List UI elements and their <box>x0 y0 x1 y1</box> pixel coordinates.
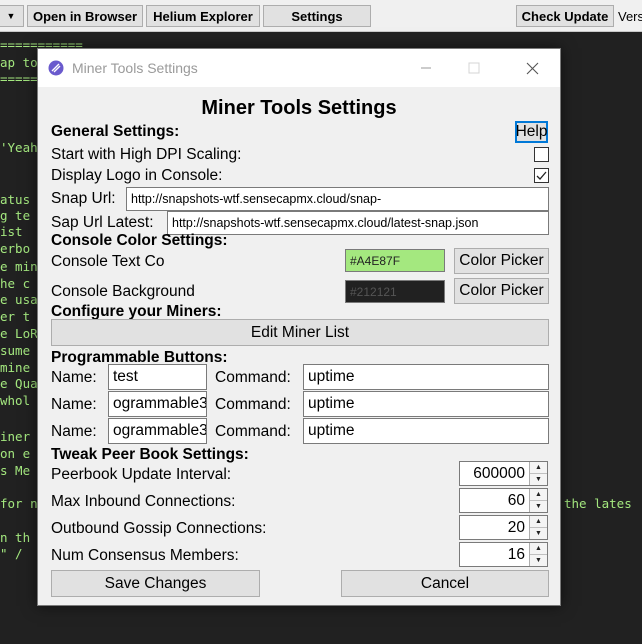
increment-arrow-icon[interactable]: ▲ <box>530 462 547 474</box>
name-label: Name: <box>51 369 97 386</box>
console-line: whol <box>0 393 31 408</box>
display-logo-checkbox[interactable] <box>534 168 549 183</box>
console-line: s Me <box>0 463 31 478</box>
spinner-buttons: ▲ ▼ <box>529 462 547 485</box>
checkmark-icon <box>536 171 547 180</box>
toolbar-dropdown-button[interactable]: ▼ <box>0 5 24 27</box>
window-title: Miner Tools Settings <box>72 60 198 76</box>
button-command-input[interactable]: uptime <box>303 391 549 417</box>
console-background-swatch[interactable]: #212121 <box>345 280 445 303</box>
spinner-value: 20 <box>507 518 525 536</box>
button-command-input[interactable]: uptime <box>303 418 549 444</box>
snap-url-label: Snap Url: <box>51 190 116 207</box>
console-color-heading: Console Color Settings: <box>51 232 228 249</box>
max-inbound-label: Max Inbound Connections: <box>51 493 236 510</box>
maximize-button[interactable] <box>451 55 497 81</box>
spinner-value: 600000 <box>473 464 525 482</box>
decrement-arrow-icon[interactable]: ▼ <box>530 501 547 512</box>
console-line: atus <box>0 192 31 207</box>
console-line: sume <box>0 343 31 358</box>
increment-arrow-icon[interactable]: ▲ <box>530 516 547 528</box>
chevron-down-icon: ▼ <box>6 11 16 21</box>
dialog-heading: Miner Tools Settings <box>201 97 397 119</box>
app-logo-icon <box>48 60 64 76</box>
console-line: e Qua <box>0 376 38 391</box>
open-in-browser-button[interactable]: Open in Browser <box>27 5 143 27</box>
console-line: 'Yeah <box>0 140 38 155</box>
spinner-buttons: ▲ ▼ <box>529 543 547 566</box>
spinner-buttons: ▲ ▼ <box>529 516 547 539</box>
minimize-button[interactable] <box>403 55 449 81</box>
display-logo-label: Display Logo in Console: <box>51 167 223 184</box>
edit-miner-list-button[interactable]: Edit Miner List <box>51 319 549 346</box>
console-line: iner <box>0 429 31 444</box>
decrement-arrow-icon[interactable]: ▼ <box>530 474 547 485</box>
console-line: on e <box>0 446 31 461</box>
name-label: Name: <box>51 396 97 413</box>
console-text-color-swatch[interactable]: #A4E87F <box>345 249 445 272</box>
console-line: he c <box>0 276 31 291</box>
button-command-input[interactable]: uptime <box>303 364 549 390</box>
spinner-value: 60 <box>507 491 525 509</box>
button-name-input[interactable]: ogrammable3 <box>108 418 207 444</box>
console-line: er t <box>0 309 31 324</box>
outbound-gossip-spinner[interactable]: 20 ▲ ▼ <box>459 515 548 540</box>
decrement-arrow-icon[interactable]: ▼ <box>530 555 547 566</box>
console-line: ist <box>0 224 23 239</box>
maximize-icon <box>468 62 480 74</box>
peer-book-heading: Tweak Peer Book Settings: <box>51 446 249 463</box>
console-line: n th <box>0 530 31 545</box>
console-line: mine <box>0 360 31 375</box>
snap-url-input[interactable]: http://snapshots-wtf.sensecapmx.cloud/sn… <box>126 187 549 211</box>
increment-arrow-icon[interactable]: ▲ <box>530 543 547 555</box>
console-line: e usa <box>0 292 38 307</box>
background-color-picker-button[interactable]: Color Picker <box>454 278 549 304</box>
spinner-buttons: ▲ ▼ <box>529 489 547 512</box>
title-bar: Miner Tools Settings <box>38 49 560 87</box>
sap-url-latest-label: Sap Url Latest: <box>51 214 154 231</box>
peerbook-interval-label: Peerbook Update Interval: <box>51 466 232 483</box>
button-name-input[interactable]: test <box>108 364 207 390</box>
console-line: " / <box>0 546 23 561</box>
help-button[interactable]: Help <box>515 121 548 143</box>
console-line: g te <box>0 208 31 223</box>
consensus-members-spinner[interactable]: 16 ▲ ▼ <box>459 542 548 567</box>
close-icon <box>526 62 538 74</box>
button-name-input[interactable]: ogrammable3 <box>108 391 207 417</box>
peerbook-interval-spinner[interactable]: 600000 ▲ ▼ <box>459 461 548 486</box>
console-line: erbo <box>0 241 31 256</box>
decrement-arrow-icon[interactable]: ▼ <box>530 528 547 539</box>
main-toolbar: ▼ Open in Browser Helium Explorer Settin… <box>0 0 642 32</box>
check-update-button[interactable]: Check Update <box>516 5 614 27</box>
settings-dialog: Miner Tools Settings Miner Tools Setting… <box>37 48 561 606</box>
command-label: Command: <box>215 369 291 386</box>
console-text-color-label: Console Text Co <box>51 253 165 270</box>
command-label: Command: <box>215 423 291 440</box>
console-line: e min <box>0 259 38 274</box>
text-color-picker-button[interactable]: Color Picker <box>454 248 549 274</box>
outbound-gossip-label: Outbound Gossip Connections: <box>51 520 267 537</box>
console-line: ap to <box>0 55 38 70</box>
general-settings-heading: General Settings: <box>51 123 180 140</box>
helium-explorer-button[interactable]: Helium Explorer <box>146 5 260 27</box>
console-background-label: Console Background <box>51 283 195 300</box>
console-line: e LoR <box>0 326 38 341</box>
save-changes-button[interactable]: Save Changes <box>51 570 260 597</box>
console-line: for n <box>0 496 38 511</box>
high-dpi-label: Start with High DPI Scaling: <box>51 146 242 163</box>
high-dpi-checkbox[interactable] <box>534 147 549 162</box>
close-button[interactable] <box>509 55 555 81</box>
console-line: ===== <box>0 71 38 86</box>
cancel-button[interactable]: Cancel <box>341 570 549 597</box>
version-label: Vers <box>618 9 642 24</box>
minimize-icon <box>421 67 431 69</box>
settings-button[interactable]: Settings <box>263 5 371 27</box>
console-line: the lates <box>564 496 632 511</box>
name-label: Name: <box>51 423 97 440</box>
increment-arrow-icon[interactable]: ▲ <box>530 489 547 501</box>
consensus-members-label: Num Consensus Members: <box>51 547 239 564</box>
command-label: Command: <box>215 396 291 413</box>
spinner-value: 16 <box>507 545 525 563</box>
max-inbound-spinner[interactable]: 60 ▲ ▼ <box>459 488 548 513</box>
